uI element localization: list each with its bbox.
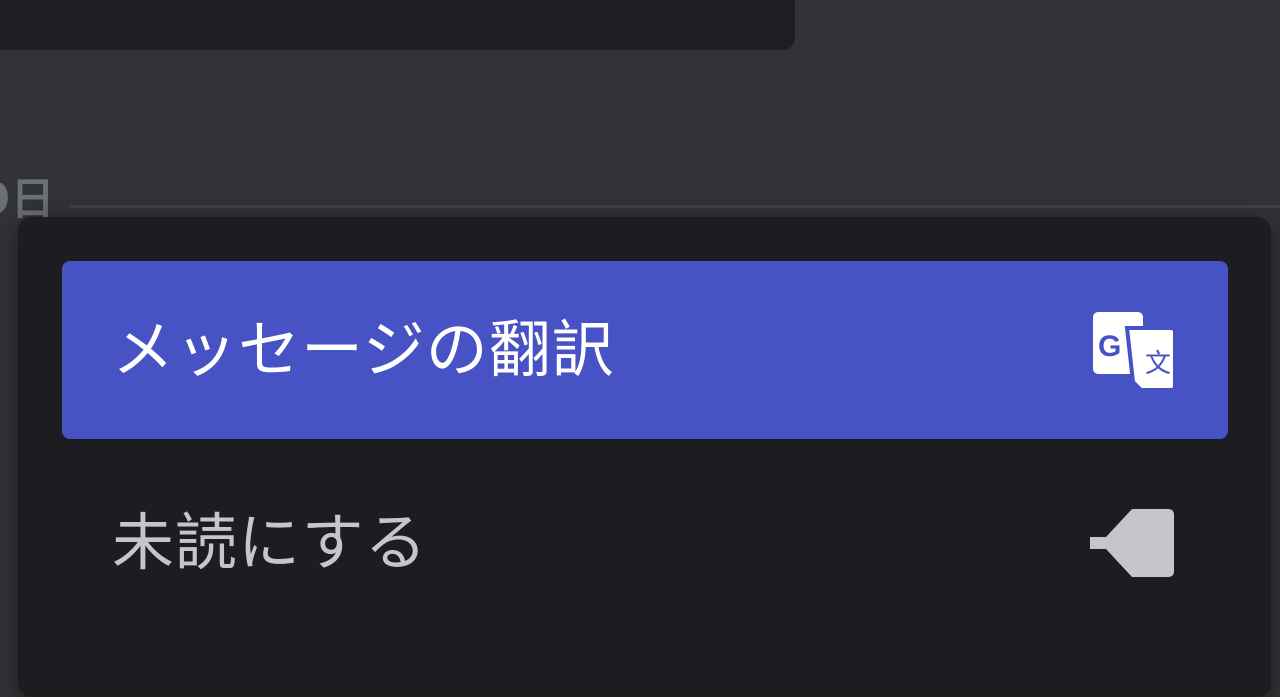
mark-unread-icon [1088,498,1178,588]
context-menu: メッセージの翻訳 G 文 未読にする [18,217,1271,697]
svg-text:文: 文 [1145,349,1171,379]
menu-item-label: 未読にする [112,506,428,579]
translate-icon: G 文 [1088,305,1178,395]
message-input-area [0,0,795,50]
svg-text:G: G [1098,330,1121,363]
menu-item-translate-message[interactable]: メッセージの翻訳 G 文 [62,261,1228,439]
date-divider [0,205,1280,208]
menu-item-mark-unread[interactable]: 未読にする [62,453,1228,633]
menu-item-label: メッセージの翻訳 [112,313,615,386]
